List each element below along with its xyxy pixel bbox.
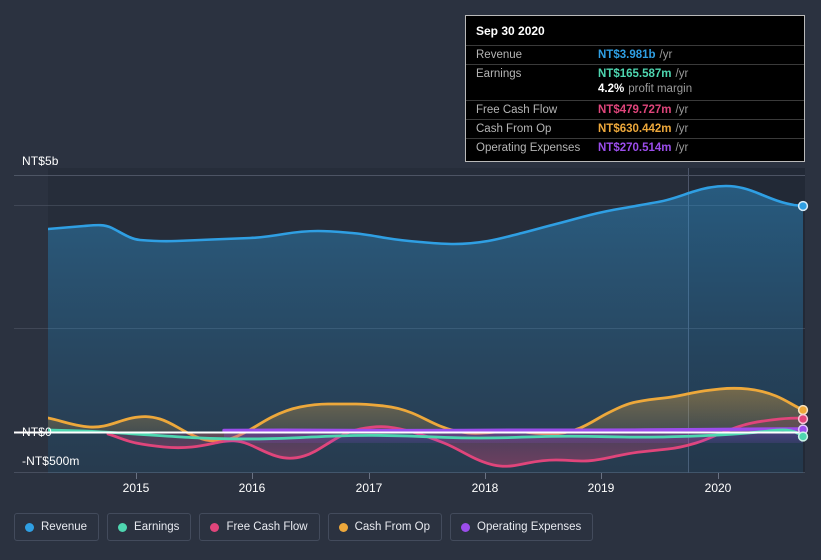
- tooltip-key-free-cash-flow: Free Cash Flow: [476, 104, 558, 116]
- tooltip-date: Sep 30 2020: [476, 24, 545, 38]
- legend-label-cash-from-op: Cash From Op: [354, 521, 431, 533]
- tooltip-value-cash-from-op: NT$630.442m: [598, 123, 672, 135]
- tooltip-row-operating-expenses: Operating Expenses NT$270.514m /yr: [466, 138, 804, 157]
- x-axis-label-2016: 2016: [238, 481, 266, 495]
- legend-dot-operating-expenses-icon: [461, 522, 471, 532]
- legend-item-earnings[interactable]: Earnings: [107, 513, 192, 541]
- tooltip-value-operating-expenses: NT$270.514m: [598, 142, 672, 154]
- x-axis-label-2018: 2018: [471, 481, 499, 495]
- x-axis-label-2019: 2019: [587, 481, 615, 495]
- tooltip-unit-earnings: /yr: [675, 68, 689, 80]
- tooltip-key-earnings: Earnings: [476, 68, 522, 80]
- x-axis-ticks: [136, 473, 719, 479]
- legend-label-free-cash-flow: Free Cash Flow: [226, 521, 308, 533]
- legend-item-revenue[interactable]: Revenue: [14, 513, 100, 541]
- endpoint-earnings: [797, 431, 809, 442]
- x-axis-label-2017: 2017: [355, 481, 383, 495]
- legend-label-earnings: Earnings: [134, 521, 180, 533]
- chart-page: NT$5b NT$0 -NT$500m 2015 2016 2017 2018 …: [0, 0, 821, 560]
- tooltip-unit-operating-expenses: /yr: [675, 142, 689, 154]
- chart-legend: Revenue Earnings Free Cash Flow Cash Fro…: [14, 513, 594, 541]
- legend-dot-revenue-icon: [25, 522, 34, 532]
- tooltip-value-free-cash-flow: NT$479.727m: [598, 104, 672, 116]
- data-tooltip: Sep 30 2020 Revenue NT$3.981b /yr Earnin…: [465, 15, 805, 162]
- legend-label-operating-expenses: Operating Expenses: [477, 521, 582, 533]
- legend-item-free-cash-flow[interactable]: Free Cash Flow: [199, 513, 320, 541]
- endpoint-revenue: [797, 200, 809, 212]
- legend-dot-earnings-icon: [118, 522, 128, 532]
- x-axis-label-2020: 2020: [704, 481, 732, 495]
- tooltip-row-cash-from-op: Cash From Op NT$630.442m /yr: [466, 119, 804, 138]
- legend-dot-cash-from-op-icon: [338, 522, 348, 532]
- legend-item-operating-expenses[interactable]: Operating Expenses: [450, 513, 594, 541]
- tooltip-key-revenue: Revenue: [476, 49, 523, 61]
- x-axis-label-2015: 2015: [122, 481, 150, 495]
- tooltip-row-profit-margin: 4.2% profit margin: [466, 83, 804, 100]
- tooltip-row-earnings: Earnings NT$165.587m /yr: [466, 64, 804, 83]
- tooltip-key-operating-expenses: Operating Expenses: [476, 142, 581, 154]
- tooltip-value-earnings: NT$165.587m: [598, 68, 672, 80]
- tooltip-unit-free-cash-flow: /yr: [675, 104, 689, 116]
- tooltip-unit-revenue: /yr: [659, 49, 673, 61]
- legend-item-cash-from-op[interactable]: Cash From Op: [327, 513, 443, 541]
- endpoint-free-cash-flow: [797, 413, 809, 425]
- tooltip-unit-profit-margin: profit margin: [628, 83, 693, 95]
- endpoint-cash-from-op: [797, 404, 809, 416]
- tooltip-value-revenue: NT$3.981b: [598, 49, 656, 61]
- tooltip-unit-cash-from-op: /yr: [675, 123, 689, 135]
- tooltip-row-free-cash-flow: Free Cash Flow NT$479.727m /yr: [466, 100, 804, 119]
- tooltip-key-cash-from-op: Cash From Op: [476, 123, 552, 135]
- legend-label-revenue: Revenue: [41, 521, 88, 533]
- tooltip-value-profit-margin: 4.2%: [598, 83, 625, 95]
- series-line-operating-expenses: [222, 427, 805, 433]
- legend-dot-free-cash-flow-icon: [210, 522, 220, 532]
- tooltip-row-revenue: Revenue NT$3.981b /yr: [466, 45, 804, 64]
